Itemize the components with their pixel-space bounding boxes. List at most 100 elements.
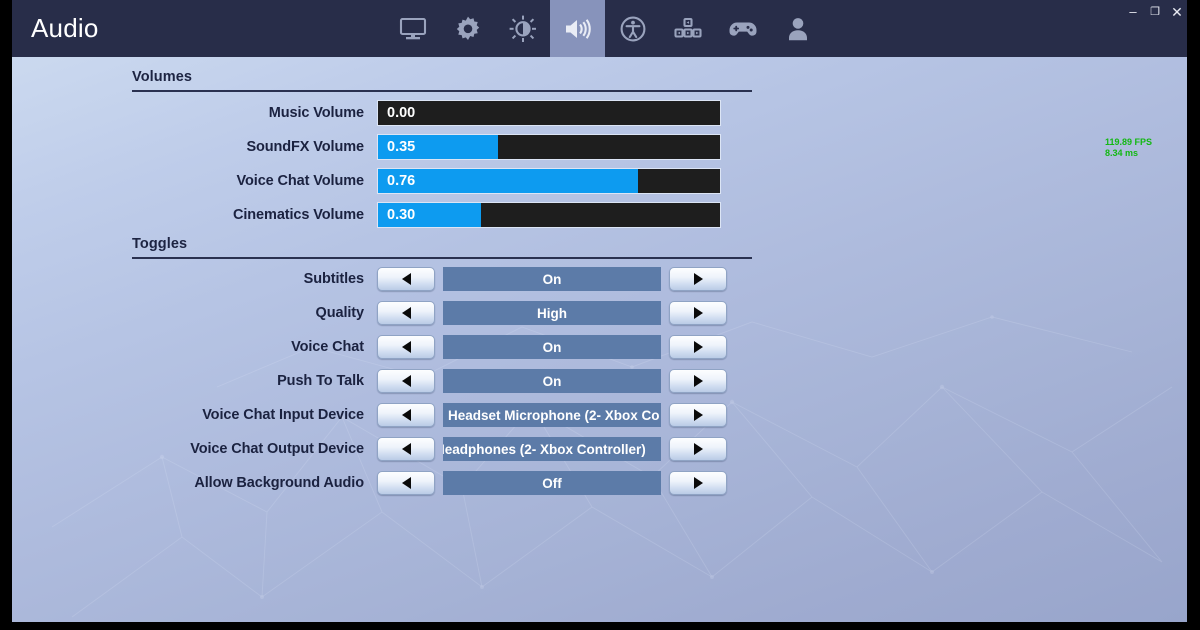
- setting-label: Cinematics Volume: [233, 207, 364, 223]
- chevron-left-icon: [401, 307, 411, 319]
- setting-label: Voice Chat Input Device: [202, 407, 364, 423]
- page-title: Audio: [31, 13, 99, 43]
- next-value-button[interactable]: [669, 335, 727, 359]
- toggle-value-label: Off: [542, 475, 562, 491]
- voice-chat-value[interactable]: On: [443, 335, 661, 359]
- setting-label: SoundFX Volume: [246, 139, 364, 155]
- fps-value: 119.89 FPS: [1105, 137, 1153, 147]
- chevron-left-icon: [401, 477, 411, 489]
- game-settings-window: Audio – ❐ ✕ Volumes Music Volume 0.00 So…: [12, 0, 1187, 622]
- allow-background-audio-value[interactable]: Off: [443, 471, 661, 495]
- chevron-right-icon: [693, 341, 703, 353]
- next-value-button[interactable]: [669, 437, 727, 461]
- toggle-value-label: High: [537, 305, 567, 321]
- monitor-icon: [399, 17, 426, 39]
- subtitles-value[interactable]: On: [443, 267, 661, 291]
- toggle-value-label: On: [542, 271, 562, 287]
- setting-label: Quality: [315, 305, 365, 321]
- slider-value: 0.30: [387, 207, 416, 223]
- cinematics-volume-slider[interactable]: 0.30: [377, 202, 721, 228]
- slider-fill: [378, 169, 638, 193]
- brightness-icon: [509, 15, 536, 42]
- quality-value[interactable]: High: [443, 301, 661, 325]
- tab-audio[interactable]: [550, 0, 605, 57]
- setting-row-cinematics-volume: Cinematics Volume 0.30: [132, 202, 772, 228]
- settings-content: Volumes Music Volume 0.00 SoundFX Volume…: [12, 57, 1187, 622]
- maximize-button[interactable]: ❐: [1144, 2, 1166, 22]
- toggle-control: On: [377, 369, 727, 393]
- toggle-value-label: Headphones (2- Xbox Controller): [443, 441, 646, 457]
- tab-input[interactable]: [660, 0, 715, 57]
- close-button[interactable]: ✕: [1166, 2, 1187, 22]
- accessibility-icon: [620, 16, 645, 41]
- toggle-value-label: Headset Microphone (2- Xbox Co: [448, 407, 660, 423]
- setting-label: Voice Chat Output Device: [190, 441, 364, 457]
- chevron-left-icon: [401, 443, 411, 455]
- chevron-right-icon: [693, 307, 703, 319]
- title-bar: Audio – ❐ ✕: [12, 0, 1187, 57]
- slider-value: 0.00: [387, 105, 416, 121]
- next-value-button[interactable]: [669, 369, 727, 393]
- tab-accessibility[interactable]: [605, 0, 660, 57]
- chevron-left-icon: [401, 273, 411, 285]
- tab-game[interactable]: [440, 0, 495, 57]
- gear-icon: [456, 16, 479, 40]
- setting-row-voice-chat: Voice Chat On: [132, 334, 772, 360]
- setting-row-soundfx-volume: SoundFX Volume 0.35: [132, 134, 772, 160]
- previous-value-button[interactable]: [377, 301, 435, 325]
- slider-value: 0.76: [387, 173, 416, 189]
- fps-overlay: 119.89 FPS 8.34 ms: [1105, 137, 1152, 159]
- gamepad-icon: [728, 22, 757, 36]
- previous-value-button[interactable]: [377, 403, 435, 427]
- next-value-button[interactable]: [669, 301, 727, 325]
- soundfx-volume-slider[interactable]: 0.35: [377, 134, 721, 160]
- toggle-control: Headset Microphone (2- Xbox Co: [377, 403, 727, 427]
- setting-row-voice-chat-input-device: Voice Chat Input Device Headset Micropho…: [132, 402, 772, 428]
- setting-row-quality: Quality High: [132, 300, 772, 326]
- section-title-toggles: Toggles: [132, 236, 188, 252]
- keybindings-icon: [673, 17, 702, 38]
- voice-chat-input-device-value[interactable]: Headset Microphone (2- Xbox Co: [443, 403, 661, 427]
- toggle-control: Off: [377, 471, 727, 495]
- setting-row-music-volume: Music Volume 0.00: [132, 100, 772, 126]
- setting-label: Voice Chat: [291, 339, 364, 355]
- next-value-button[interactable]: [669, 471, 727, 495]
- setting-label: Push To Talk: [277, 373, 364, 389]
- previous-value-button[interactable]: [377, 471, 435, 495]
- minimize-button[interactable]: –: [1122, 2, 1144, 22]
- section-divider: [132, 90, 752, 92]
- next-value-button[interactable]: [669, 267, 727, 291]
- setting-row-subtitles: Subtitles On: [132, 266, 772, 292]
- chevron-right-icon: [693, 375, 703, 387]
- push-to-talk-value[interactable]: On: [443, 369, 661, 393]
- chevron-left-icon: [401, 409, 411, 421]
- chevron-left-icon: [401, 375, 411, 387]
- setting-row-allow-background-audio: Allow Background Audio Off: [132, 470, 772, 496]
- toggle-control: On: [377, 335, 727, 359]
- chevron-left-icon: [401, 341, 411, 353]
- previous-value-button[interactable]: [377, 437, 435, 461]
- previous-value-button[interactable]: [377, 335, 435, 359]
- toggle-value-label: On: [542, 373, 562, 389]
- setting-row-voice-chat-volume: Voice Chat Volume 0.76: [132, 168, 772, 194]
- section-title-volumes: Volumes: [132, 69, 193, 85]
- section-header-volumes: Volumes: [132, 69, 752, 92]
- tab-brightness[interactable]: [495, 0, 550, 57]
- chevron-right-icon: [693, 443, 703, 455]
- toggle-control: High: [377, 301, 727, 325]
- tab-video[interactable]: [385, 0, 440, 57]
- slider-value: 0.35: [387, 139, 416, 155]
- tab-controller[interactable]: [715, 0, 770, 57]
- section-divider: [132, 257, 752, 259]
- screen: Audio – ❐ ✕ Volumes Music Volume 0.00 So…: [0, 0, 1200, 630]
- next-value-button[interactable]: [669, 403, 727, 427]
- music-volume-slider[interactable]: 0.00: [377, 100, 721, 126]
- voice-chat-output-device-value[interactable]: Headphones (2- Xbox Controller): [443, 437, 661, 461]
- tab-account[interactable]: [770, 0, 825, 57]
- setting-label: Allow Background Audio: [194, 475, 364, 491]
- toggle-control: On: [377, 267, 727, 291]
- previous-value-button[interactable]: [377, 369, 435, 393]
- voice-chat-volume-slider[interactable]: 0.76: [377, 168, 721, 194]
- previous-value-button[interactable]: [377, 267, 435, 291]
- setting-row-push-to-talk: Push To Talk On: [132, 368, 772, 394]
